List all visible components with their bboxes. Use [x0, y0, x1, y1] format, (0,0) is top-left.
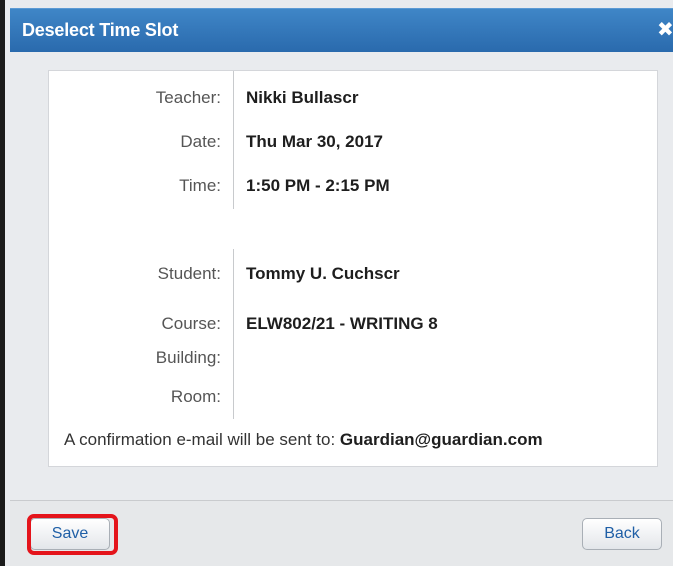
student-row: Student: Tommy U. Cuchscr: [49, 262, 657, 286]
close-icon[interactable]: ✖: [657, 19, 673, 41]
save-button[interactable]: Save: [30, 518, 110, 550]
dialog-titlebar: Deselect Time Slot ✖: [10, 8, 673, 52]
course-row: Course: ELW802/21 - WRITING 8: [49, 312, 657, 336]
confirmation-email: Guardian@guardian.com: [339, 430, 543, 449]
dialog-footer: Save Back: [10, 500, 673, 566]
room-row: Room:: [49, 385, 657, 409]
course-value: ELW802/21 - WRITING 8: [246, 314, 438, 333]
back-button[interactable]: Back: [582, 518, 662, 550]
student-label: Student:: [157, 264, 221, 283]
room-label: Room:: [170, 387, 221, 406]
date-value: Thu Mar 30, 2017: [246, 132, 384, 151]
time-value: 1:50 PM - 2:15 PM: [246, 176, 390, 195]
teacher-label: Teacher:: [155, 88, 221, 107]
student-section: Student: Tommy U. Cuchscr Course: ELW802…: [49, 249, 657, 419]
building-label: Building:: [155, 348, 221, 367]
teacher-row: Teacher: Nikki Bullascr: [49, 86, 657, 110]
date-label: Date:: [180, 132, 221, 151]
confirmation-text: A confirmation e-mail will be sent to:: [64, 430, 340, 449]
deselect-time-slot-dialog: Deselect Time Slot ✖ Teacher: Nikki Bull…: [0, 0, 673, 566]
appointment-section: Teacher: Nikki Bullascr Date: Thu Mar 30…: [49, 71, 657, 209]
dialog-title: Deselect Time Slot: [22, 20, 179, 40]
time-label: Time:: [179, 176, 221, 195]
details-card: Teacher: Nikki Bullascr Date: Thu Mar 30…: [48, 70, 658, 467]
teacher-value: Nikki Bullascr: [246, 88, 359, 107]
building-row: Building:: [49, 346, 657, 370]
student-value: Tommy U. Cuchscr: [246, 264, 400, 283]
confirmation-message: A confirmation e-mail will be sent to: G…: [64, 428, 543, 452]
date-row: Date: Thu Mar 30, 2017: [49, 130, 657, 154]
dialog-body: Teacher: Nikki Bullascr Date: Thu Mar 30…: [10, 52, 673, 500]
course-label: Course:: [161, 314, 221, 333]
time-row: Time: 1:50 PM - 2:15 PM: [49, 174, 657, 198]
